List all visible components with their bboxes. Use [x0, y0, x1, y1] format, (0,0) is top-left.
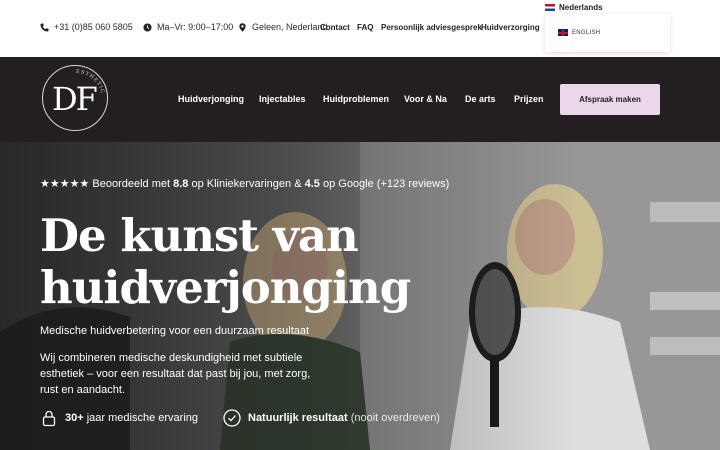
usp-natural-result: Natuurlijk resultaat (nooit overdreven) [223, 409, 440, 427]
usp-experience-text: jaar medische ervaring [86, 412, 199, 424]
hero-section: ★★★★★ Beoordeeld met 8.8 op Kliniekervar… [0, 142, 720, 450]
hero-body: Wij combineren medische deskundigheid me… [40, 352, 311, 396]
language-option-english[interactable]: ENGLISH [558, 29, 600, 36]
nav-item-prices[interactable]: Prijzen [514, 94, 544, 104]
opening-hours: Ma–Vr: 9:00–17:00 [143, 22, 233, 32]
location: Geleen, Nederland [238, 22, 328, 32]
rating-mid: op Kliniekervaringen & [191, 178, 302, 190]
hours-text: Ma–Vr: 9:00–17:00 [157, 22, 234, 32]
rating-prefix: Beoordeeld met [92, 178, 171, 190]
rating-line: ★★★★★ Beoordeeld met 8.8 op Kliniekervar… [40, 177, 449, 190]
clock-icon [143, 22, 152, 32]
rating-score-google: 4.5 [304, 178, 320, 190]
topbar-link-skincare[interactable]: Huidverzorging [481, 23, 540, 32]
headline-line-2: huidverjonging [40, 261, 411, 314]
topbar-link-faq[interactable]: FAQ [357, 23, 373, 32]
phone-icon [40, 22, 49, 32]
location-text: Geleen, Nederland [252, 22, 328, 32]
language-dropdown: ENGLISH [545, 14, 670, 52]
rating-score-kliniekervaringen: 8.8 [173, 178, 189, 190]
phone-number: +31 (0)85 060 5805 [54, 22, 133, 32]
hero-subheadline: Medische huidverbetering voor een duurza… [40, 325, 310, 337]
clinic-logo[interactable]: ESTHETIC CLINIC DF [42, 65, 108, 131]
logo-monogram: DF [52, 80, 98, 118]
usp-experience: 30+ jaar medische ervaring [40, 409, 198, 427]
nav-item-skin-problems[interactable]: Huidproblemen [323, 94, 389, 104]
book-appointment-button[interactable]: Afspraak maken [560, 84, 660, 115]
nav-item-skin-rejuvenation[interactable]: Huidverjonging [178, 94, 244, 104]
usp-natural-strong: Natuurlijk resultaat [248, 412, 348, 424]
lock-icon [42, 410, 56, 427]
rating-suffix: op Google (+123 reviews) [322, 178, 450, 190]
main-navigation: ESTHETIC CLINIC DF Huidverjonging Inject… [0, 57, 720, 142]
check-circle-icon [223, 409, 241, 427]
top-bar: +31 (0)85 060 5805 Ma–Vr: 9:00–17:00 Gel… [0, 0, 720, 57]
nav-item-before-after[interactable]: Voor & Na [404, 94, 447, 104]
usp-natural-text: (nooit overdreven) [350, 412, 440, 424]
language-switcher[interactable]: Nederlands [545, 3, 603, 12]
flag-gb-icon [558, 29, 568, 36]
flag-nl-icon [545, 4, 555, 11]
nav-item-the-doctor[interactable]: De arts [465, 94, 496, 104]
nav-item-injectables[interactable]: Injectables [259, 94, 306, 104]
phone-link[interactable]: +31 (0)85 060 5805 [40, 22, 133, 32]
usp-experience-strong: 30+ [65, 412, 84, 424]
map-pin-icon [239, 22, 246, 32]
topbar-link-advice[interactable]: Persoonlijk adviesgesprek [381, 23, 482, 32]
hero-headline: De kunst van huidverjonging [40, 209, 411, 314]
topbar-link-contact[interactable]: Contact [320, 23, 350, 32]
language-current-label: Nederlands [559, 3, 603, 12]
rating-stars-icon: ★★★★★ [40, 178, 90, 190]
language-option-label: ENGLISH [572, 29, 601, 36]
headline-line-1: De kunst van [40, 209, 359, 262]
